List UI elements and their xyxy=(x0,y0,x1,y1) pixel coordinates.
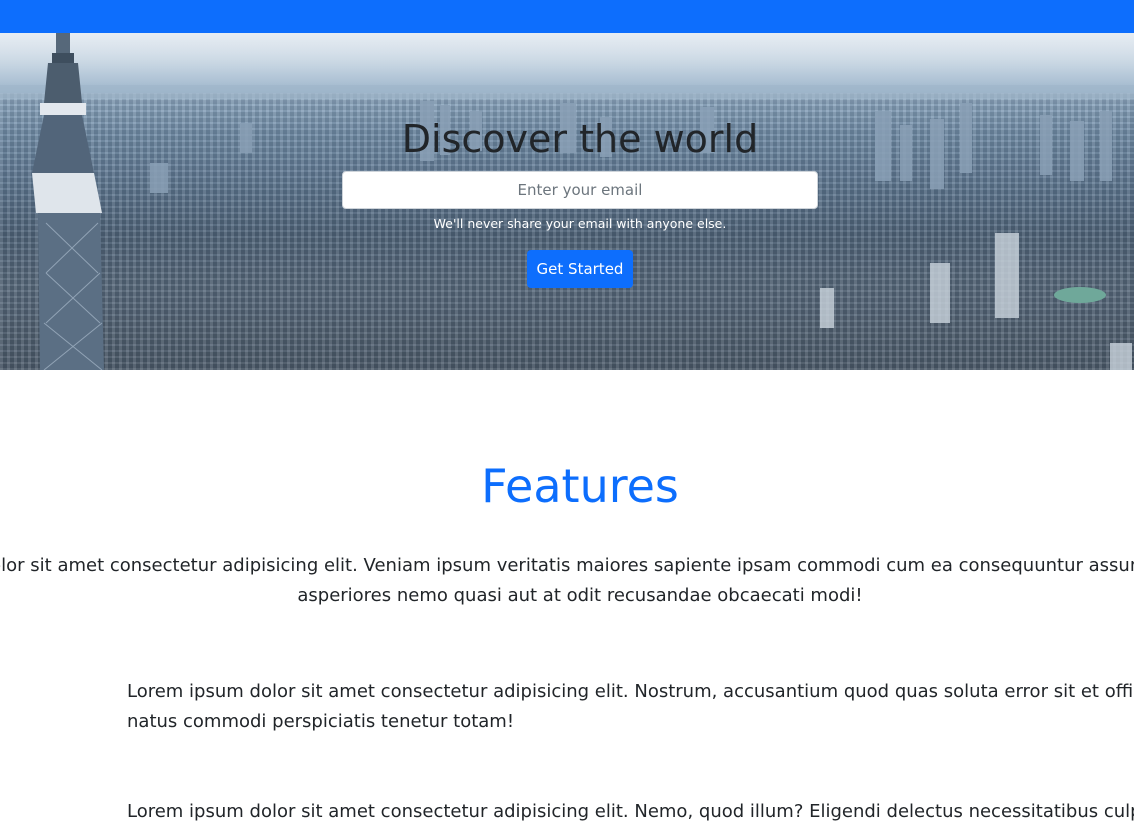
top-navbar xyxy=(0,0,1134,33)
feature-text-line1: Lorem ipsum dolor sit amet consectetur a… xyxy=(127,681,1134,702)
tower-icon xyxy=(32,33,104,370)
features-lead-line2: asperiores nemo quasi aut at odit recusa… xyxy=(297,585,863,606)
feature-text: Lorem ipsum dolor sit amet consectetur a… xyxy=(127,797,1134,827)
email-help-text: We'll never share your email with anyone… xyxy=(433,216,727,231)
features-title: Features xyxy=(481,459,679,513)
feature-text-line2: natus commodi perspiciatis tenetur totam… xyxy=(127,711,515,732)
feature-icon xyxy=(0,799,6,815)
features-lead-line1: olor sit amet consectetur adipisicing el… xyxy=(0,555,1134,576)
hero-section: Discover the world We'll never share you… xyxy=(0,33,1134,370)
features-lead: olor sit amet consectetur adipisicing el… xyxy=(0,551,1134,611)
feature-text: Lorem ipsum dolor sit amet consectetur a… xyxy=(127,677,1134,737)
email-input[interactable] xyxy=(342,171,818,209)
feature-text-line1: Lorem ipsum dolor sit amet consectetur a… xyxy=(127,801,1134,822)
hero-title: Discover the world xyxy=(401,117,759,161)
feature-icon xyxy=(0,703,6,719)
get-started-button[interactable]: Get Started xyxy=(527,250,633,288)
